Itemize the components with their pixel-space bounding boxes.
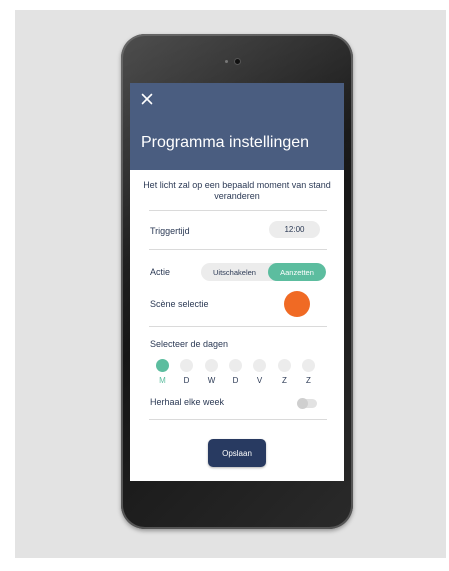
scene-selection-label: Scène selectie [150, 299, 209, 309]
front-camera [235, 59, 240, 64]
divider [149, 249, 327, 250]
page-title: Programma instellingen [141, 134, 310, 151]
day-wednesday[interactable] [205, 359, 218, 372]
repeat-weekly-label: Herhaal elke week [150, 397, 225, 407]
trigger-time-label: Triggertijd [150, 226, 190, 236]
action-option-on[interactable]: Aanzetten [268, 263, 326, 281]
description-text: Het licht zal op een bepaald moment van … [143, 180, 331, 201]
save-button[interactable]: Opslaan [208, 439, 266, 467]
action-label: Actie [150, 267, 171, 277]
day-letter: Z [306, 376, 311, 385]
app-screen: Programma instellingen Het licht zal op … [130, 83, 344, 481]
day-saturday[interactable] [278, 359, 291, 372]
day-letter: D [183, 376, 190, 385]
day-letter: M [159, 376, 166, 385]
close-icon[interactable] [141, 93, 153, 105]
select-days-label: Selecteer de dagen [150, 339, 229, 349]
toggle-knob [297, 398, 308, 409]
action-option-off[interactable]: Uitschakelen [201, 263, 268, 281]
day-sunday[interactable] [302, 359, 315, 372]
scene-color-swatch[interactable] [284, 291, 310, 317]
divider [149, 326, 327, 327]
day-friday[interactable] [253, 359, 266, 372]
day-monday[interactable] [156, 359, 169, 372]
repeat-weekly-toggle[interactable] [297, 398, 317, 409]
app-header: Programma instellingen [130, 83, 344, 170]
phone-frame: Programma instellingen Het licht zal op … [121, 34, 353, 529]
day-letter: D [232, 376, 239, 385]
trigger-time-picker[interactable]: 12:00 [269, 221, 320, 238]
sensor-dot [225, 60, 228, 63]
action-toggle: Uitschakelen Aanzetten [201, 263, 326, 281]
day-letter: W [207, 376, 216, 385]
day-thursday[interactable] [229, 359, 242, 372]
divider [149, 210, 327, 211]
day-letter: Z [282, 376, 287, 385]
day-tuesday[interactable] [180, 359, 193, 372]
divider [149, 419, 327, 420]
day-letter: V [256, 376, 263, 385]
